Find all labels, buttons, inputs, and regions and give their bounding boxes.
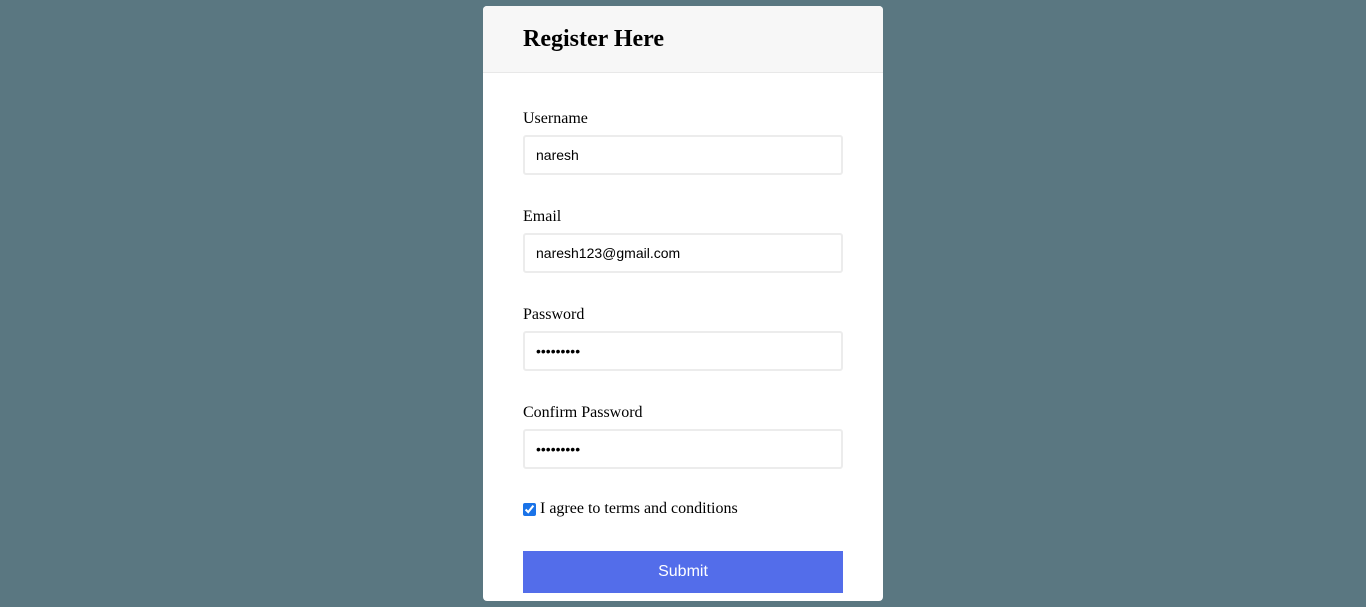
password-group: Password (523, 306, 843, 371)
confirm-password-label: Confirm Password (523, 404, 643, 421)
register-card: Register Here Username Email Password Co… (483, 6, 883, 601)
terms-row: I agree to terms and conditions (523, 500, 843, 518)
register-form: Username Email Password Confirm Password… (483, 110, 883, 593)
password-label: Password (523, 306, 585, 323)
email-group: Email (523, 208, 843, 273)
username-label: Username (523, 110, 588, 127)
page-title: Register Here (523, 25, 665, 52)
card-header: Register Here (483, 6, 883, 73)
username-input[interactable] (523, 135, 843, 175)
confirm-password-input[interactable] (523, 429, 843, 469)
password-input[interactable] (523, 331, 843, 371)
username-group: Username (523, 110, 843, 175)
terms-label[interactable]: I agree to terms and conditions (540, 500, 738, 518)
email-input[interactable] (523, 233, 843, 273)
submit-button[interactable]: Submit (523, 551, 843, 593)
confirm-password-group: Confirm Password (523, 404, 843, 469)
terms-checkbox[interactable] (523, 502, 536, 516)
email-label: Email (523, 208, 562, 225)
